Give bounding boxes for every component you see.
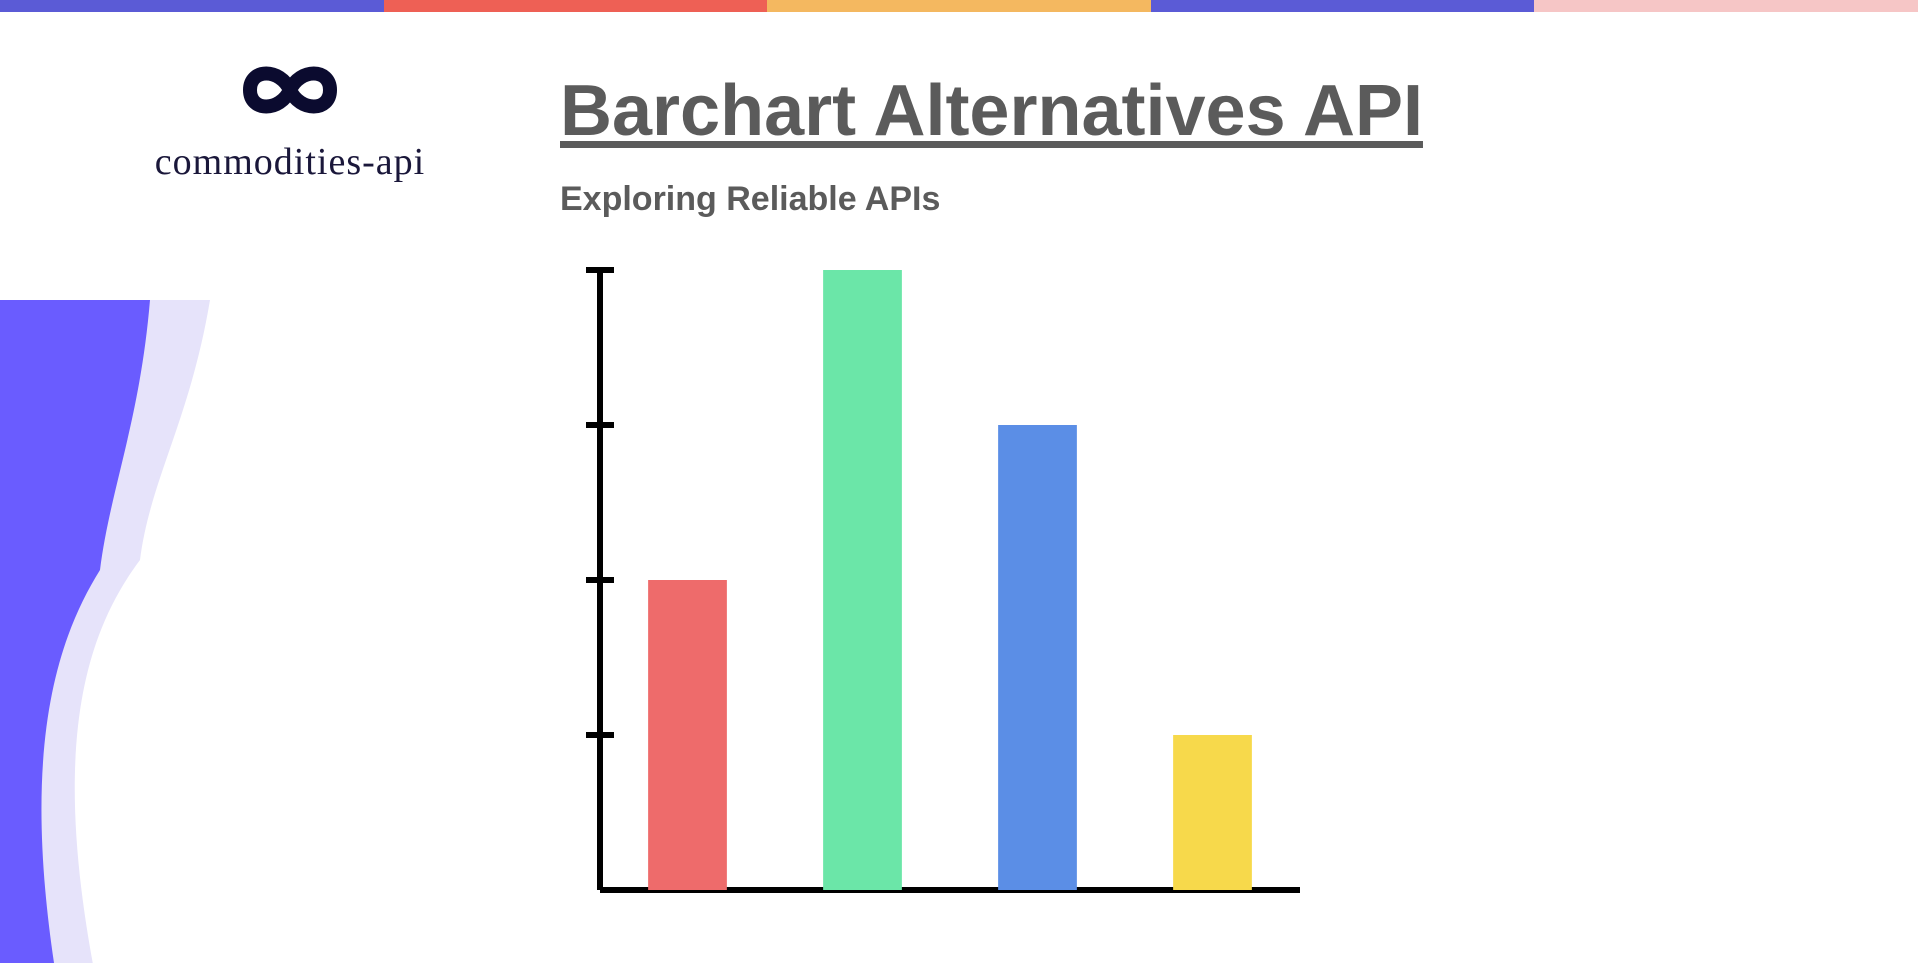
stripe-seg-5	[1534, 0, 1918, 12]
brand-logo-block: commodities-api	[110, 50, 470, 184]
bar-chart	[560, 250, 1320, 930]
stripe-seg-1	[0, 0, 384, 12]
bar-4	[1173, 735, 1252, 890]
page-title: Barchart Alternatives API	[560, 70, 1423, 152]
bar-chart-svg	[560, 250, 1320, 930]
stage: commodities-api Barchart Alternatives AP…	[0, 0, 1918, 963]
page-subtitle: Exploring Reliable APIs	[560, 180, 940, 219]
bar-1	[648, 580, 727, 890]
bar-2	[823, 270, 902, 890]
stripe-seg-3	[767, 0, 1151, 12]
decorative-shape	[0, 300, 220, 963]
infinity-icon	[205, 50, 375, 130]
bar-3	[998, 425, 1077, 890]
stripe-seg-4	[1151, 0, 1535, 12]
stripe-seg-2	[384, 0, 768, 12]
top-stripe	[0, 0, 1918, 12]
brand-name: commodities-api	[110, 140, 470, 184]
